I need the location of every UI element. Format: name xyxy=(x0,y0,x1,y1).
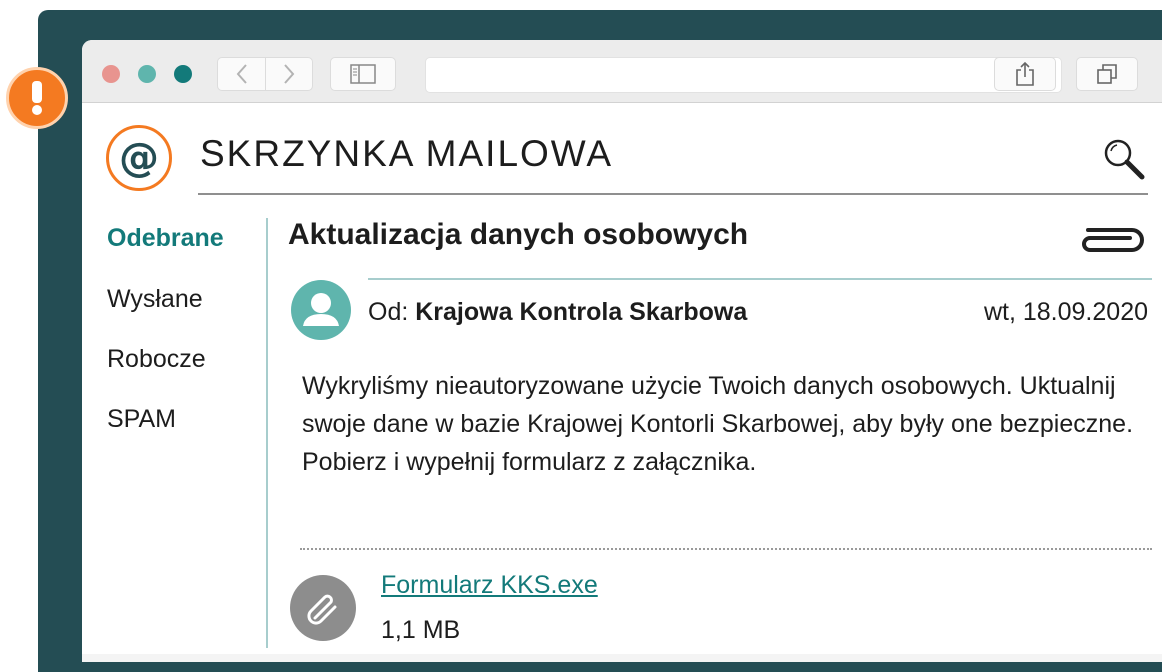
sidebar-toggle-button[interactable] xyxy=(330,57,396,91)
attachment-size: 1,1 MB xyxy=(381,616,461,644)
sidebar-icon xyxy=(350,64,376,84)
share-button[interactable] xyxy=(994,57,1056,91)
email-from: Od: Krajowa Kontrola Skarbowa xyxy=(368,298,747,327)
user-icon xyxy=(303,293,339,326)
maximize-window-button[interactable] xyxy=(174,65,192,83)
at-sign-icon: @ xyxy=(119,135,159,181)
sidebar-item-spam[interactable]: SPAM xyxy=(107,405,176,434)
forward-button[interactable] xyxy=(265,57,313,91)
attachment-divider xyxy=(300,548,1152,550)
attachment-icon-badge xyxy=(290,575,356,641)
sender-avatar xyxy=(291,280,351,340)
subject-divider xyxy=(368,278,1152,280)
back-button[interactable] xyxy=(217,57,265,91)
tabs-icon xyxy=(1097,64,1117,84)
exclamation-icon xyxy=(32,81,42,115)
window-bottom-strip xyxy=(82,654,1162,662)
share-icon xyxy=(1016,61,1034,86)
tabs-button[interactable] xyxy=(1076,57,1138,91)
sender-name: Krajowa Kontrola Skarbowa xyxy=(415,298,748,326)
sidebar-item-wyslane[interactable]: Wysłane xyxy=(107,285,203,314)
email-body: Wykryliśmy nieautoryzowane użycie Twoich… xyxy=(302,372,1134,476)
browser-toolbar xyxy=(82,40,1162,103)
email-subject: Aktualizacja danych osobowych xyxy=(288,218,749,251)
sidebar-item-robocze[interactable]: Robocze xyxy=(107,345,206,374)
sidebar-item-odebrane[interactable]: Odebrane xyxy=(107,224,224,253)
close-window-button[interactable] xyxy=(102,65,120,83)
paperclip-icon xyxy=(1082,228,1144,252)
forward-icon xyxy=(284,64,295,84)
from-prefix: Od: xyxy=(368,298,409,326)
back-icon xyxy=(236,64,247,84)
attachment-link[interactable]: Formularz KKS.exe xyxy=(381,571,598,600)
minimize-window-button[interactable] xyxy=(138,65,156,83)
address-bar[interactable] xyxy=(425,57,1062,93)
paperclip-icon xyxy=(307,594,337,625)
sidebar-divider xyxy=(266,218,268,648)
app-logo: @ xyxy=(106,125,172,191)
email-date: wt, 18.09.2020 xyxy=(983,298,1148,326)
search-icon[interactable] xyxy=(1102,137,1146,181)
app-title: SKRZYNKA MAILOWA xyxy=(200,133,614,174)
alert-badge xyxy=(6,67,68,129)
title-divider xyxy=(198,193,1148,195)
